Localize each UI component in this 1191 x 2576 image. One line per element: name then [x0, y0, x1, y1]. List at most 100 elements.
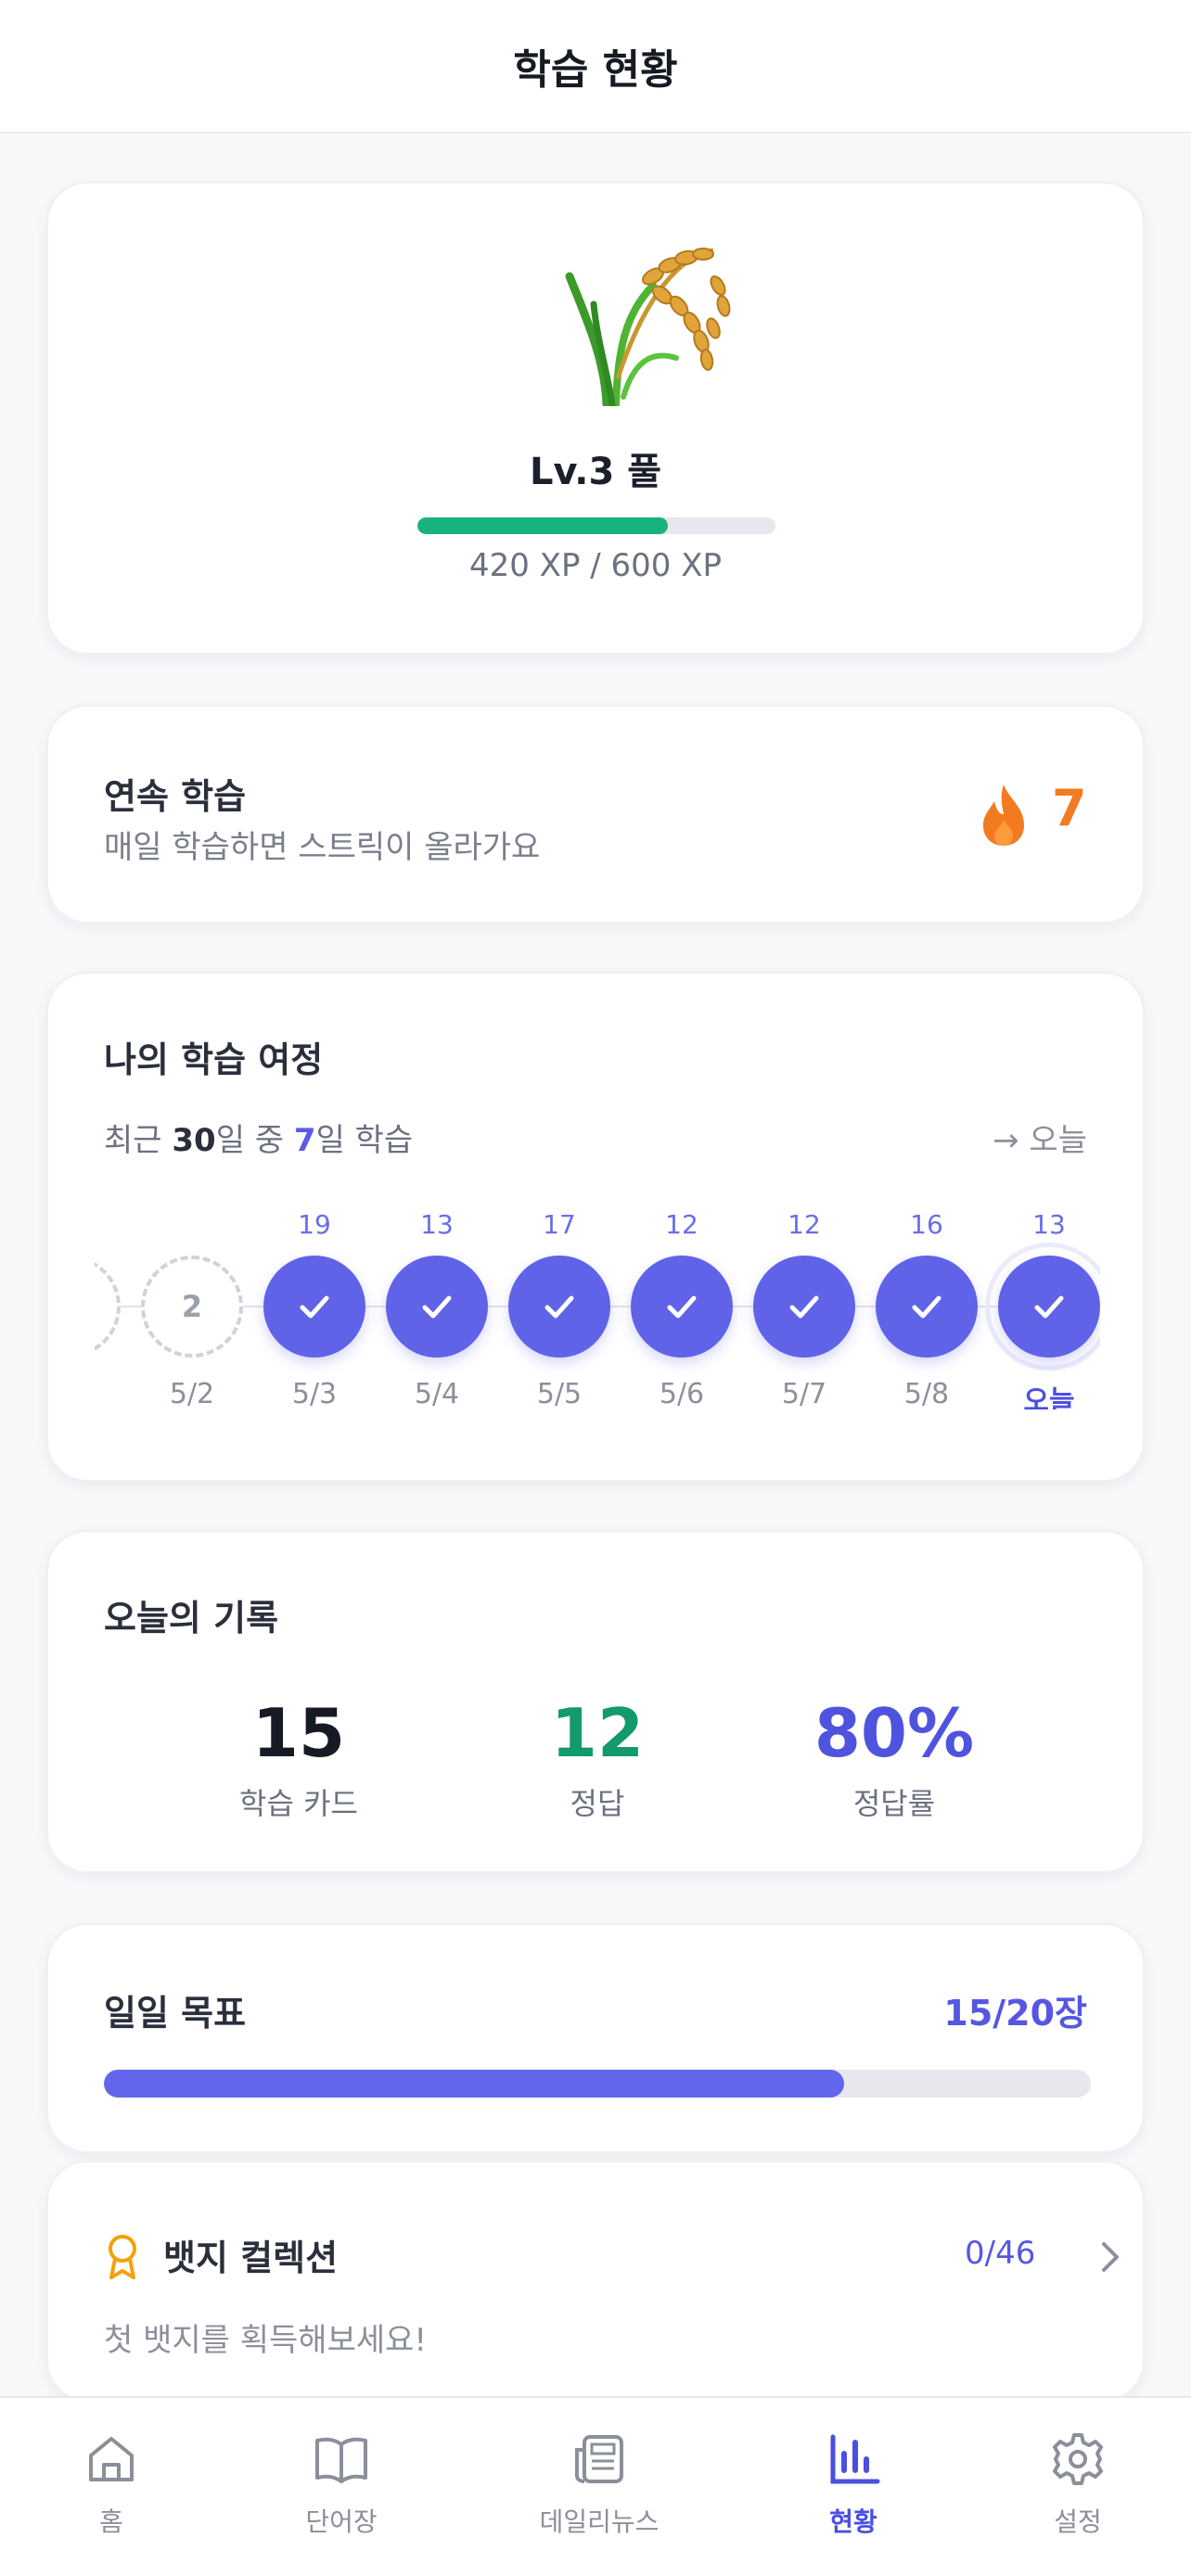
day-card-count: 12 — [665, 1209, 698, 1240]
stat-accuracy: 80% 정답률 — [755, 1693, 1033, 1823]
check-icon — [300, 1295, 329, 1319]
day-date: 5/5 — [536, 1378, 583, 1409]
journey-day[interactable]: 12 5/6 — [631, 1187, 733, 1409]
stat-label: 정답 — [570, 1786, 625, 1821]
bottom-navigation: 홈 단어장 데일리뉴스 현황 설정 — [0, 2396, 1191, 2576]
rice-plant-icon — [565, 248, 731, 406]
today-record-card: 오늘의 기록 15 학습 카드 12 정답 80% 정답률 — [46, 1530, 1145, 1873]
nav-item-home[interactable]: 홈 — [9, 2398, 213, 2576]
nav-item-settings[interactable]: 설정 — [976, 2398, 1180, 2576]
gear-icon — [1053, 2433, 1103, 2485]
xp-progress-bar — [417, 517, 775, 534]
summary-prefix: 최근 — [104, 1122, 173, 1159]
day-date: 5/8 — [903, 1378, 950, 1409]
journey-day[interactable]: 2 5/2 — [141, 1187, 243, 1409]
check-icon — [422, 1295, 452, 1319]
summary-studied: 7 — [293, 1122, 316, 1159]
day-date: 5/4 — [414, 1378, 460, 1409]
bar-chart-icon — [830, 2434, 880, 2484]
check-icon — [1034, 1295, 1064, 1319]
nav-label: 단어장 — [305, 2506, 378, 2537]
journey-summary: 최근 30일 중 7일 학습 — [104, 1115, 413, 1160]
page-title: 학습 현황 — [513, 46, 678, 94]
stat-value: 12 — [550, 1694, 645, 1772]
level-card: Lv.3 풀 420 XP / 600 XP — [46, 182, 1145, 655]
summary-days: 30 — [172, 1122, 216, 1159]
day-date: 5/7 — [781, 1378, 827, 1409]
journey-day[interactable]: 19 5/3 — [263, 1187, 365, 1409]
summary-mid: 일 중 — [215, 1122, 294, 1159]
nav-item-daily-news[interactable]: 데일리뉴스 — [497, 2398, 701, 2576]
daily-goal-title: 일일 목표 — [104, 1993, 247, 2034]
day-card-count: 12 — [788, 1209, 821, 1240]
daily-goal-progress-fill — [104, 2070, 844, 2098]
nav-label: 홈 — [99, 2506, 123, 2537]
journey-timeline[interactable]: 1 5/1 2 5/2 19 5/3 13 5/4 17 5/5 12 5/6 12 5/7 16 5/8 13… — [95, 1187, 1100, 1409]
streak-count: 7 — [1052, 779, 1087, 837]
journey-day[interactable]: 13 5/4 — [386, 1187, 488, 1409]
top-header: 학습 현황 — [0, 0, 1191, 134]
day-card-count: 17 — [543, 1209, 576, 1240]
stat-value: 80% — [813, 1694, 975, 1772]
nav-item-status[interactable]: 현황 — [751, 2398, 955, 2576]
stat-value: 15 — [251, 1694, 346, 1772]
day-completed-circle — [263, 1256, 365, 1358]
day-completed-circle — [998, 1256, 1100, 1358]
stat-cards-studied: 15 학습 카드 — [160, 1693, 438, 1823]
day-number: 2 — [181, 1289, 203, 1324]
streak-subtitle: 매일 학습하면 스트릭이 올라가요 — [104, 829, 541, 866]
home-icon — [89, 2437, 134, 2481]
badge-collection-subtitle: 첫 뱃지를 획득해보세요! — [104, 2322, 428, 2359]
day-date: 5/3 — [291, 1378, 338, 1409]
journey-day-today[interactable]: 13 오늘 — [985, 1187, 1100, 1409]
award-ribbon-icon — [109, 2235, 136, 2279]
chevron-right-icon — [1102, 2242, 1119, 2272]
journey-day[interactable]: 12 5/7 — [753, 1187, 855, 1409]
day-completed-circle — [753, 1256, 855, 1358]
journey-day[interactable]: 17 5/5 — [508, 1187, 610, 1409]
day-date: 5/6 — [659, 1378, 705, 1409]
nav-label: 데일리뉴스 — [539, 2506, 660, 2537]
day-completed-circle — [876, 1256, 978, 1358]
badge-count: 0/46 — [965, 2235, 1036, 2272]
nav-item-wordbook[interactable]: 단어장 — [239, 2398, 443, 2576]
check-icon — [912, 1295, 941, 1319]
check-icon — [789, 1295, 819, 1319]
day-completed-circle — [386, 1256, 488, 1358]
daily-goal-card: 일일 목표 15/20장 — [46, 1923, 1145, 2153]
journey-card: 나의 학습 여정 최근 30일 중 7일 학습 → 오늘 1 5/1 2 5/2 19 5… — [46, 972, 1145, 1482]
book-icon — [315, 2437, 367, 2483]
summary-suffix: 일 학습 — [315, 1122, 414, 1159]
newspaper-icon — [575, 2435, 623, 2483]
day-date: 5/1 — [95, 1378, 121, 1409]
stat-correct: 12 정답 — [458, 1693, 736, 1823]
day-empty-circle: 2 — [141, 1256, 243, 1358]
check-icon — [544, 1295, 574, 1319]
day-card-count: 16 — [910, 1209, 943, 1240]
day-card-count: 13 — [420, 1209, 454, 1240]
streak-title: 연속 학습 — [104, 776, 247, 817]
stat-label: 학습 카드 — [239, 1786, 358, 1821]
daily-goal-value: 15/20장 — [943, 1993, 1087, 2034]
nav-label: 설정 — [1054, 2506, 1102, 2537]
day-date: 오늘 — [1023, 1385, 1075, 1409]
journey-day[interactable]: 16 5/8 — [876, 1187, 978, 1409]
badge-collection-card[interactable]: 뱃지 컬렉션 0/46 첫 뱃지를 획득해보세요! — [46, 2161, 1145, 2402]
scroll-to-today-link[interactable]: → 오늘 — [992, 1115, 1087, 1160]
journey-title: 나의 학습 여정 — [104, 1039, 324, 1080]
day-card-count: 19 — [298, 1209, 331, 1240]
stat-label: 정답률 — [852, 1786, 936, 1821]
check-icon — [667, 1295, 697, 1319]
day-date: 5/2 — [169, 1378, 215, 1409]
level-title: Lv.3 풀 — [529, 451, 662, 493]
streak-card: 연속 학습 매일 학습하면 스트릭이 올라가요 7 — [46, 705, 1145, 924]
day-completed-circle — [508, 1256, 610, 1358]
today-record-title: 오늘의 기록 — [104, 1598, 279, 1639]
journey-day[interactable]: 1 5/1 — [95, 1187, 121, 1409]
xp-progress-fill — [417, 517, 669, 534]
day-completed-circle — [631, 1256, 733, 1358]
day-empty-circle: 1 — [95, 1256, 121, 1358]
daily-goal-progress-bar — [104, 2070, 1091, 2098]
nav-label: 현황 — [829, 2506, 877, 2537]
xp-text: 420 XP / 600 XP — [468, 547, 723, 584]
